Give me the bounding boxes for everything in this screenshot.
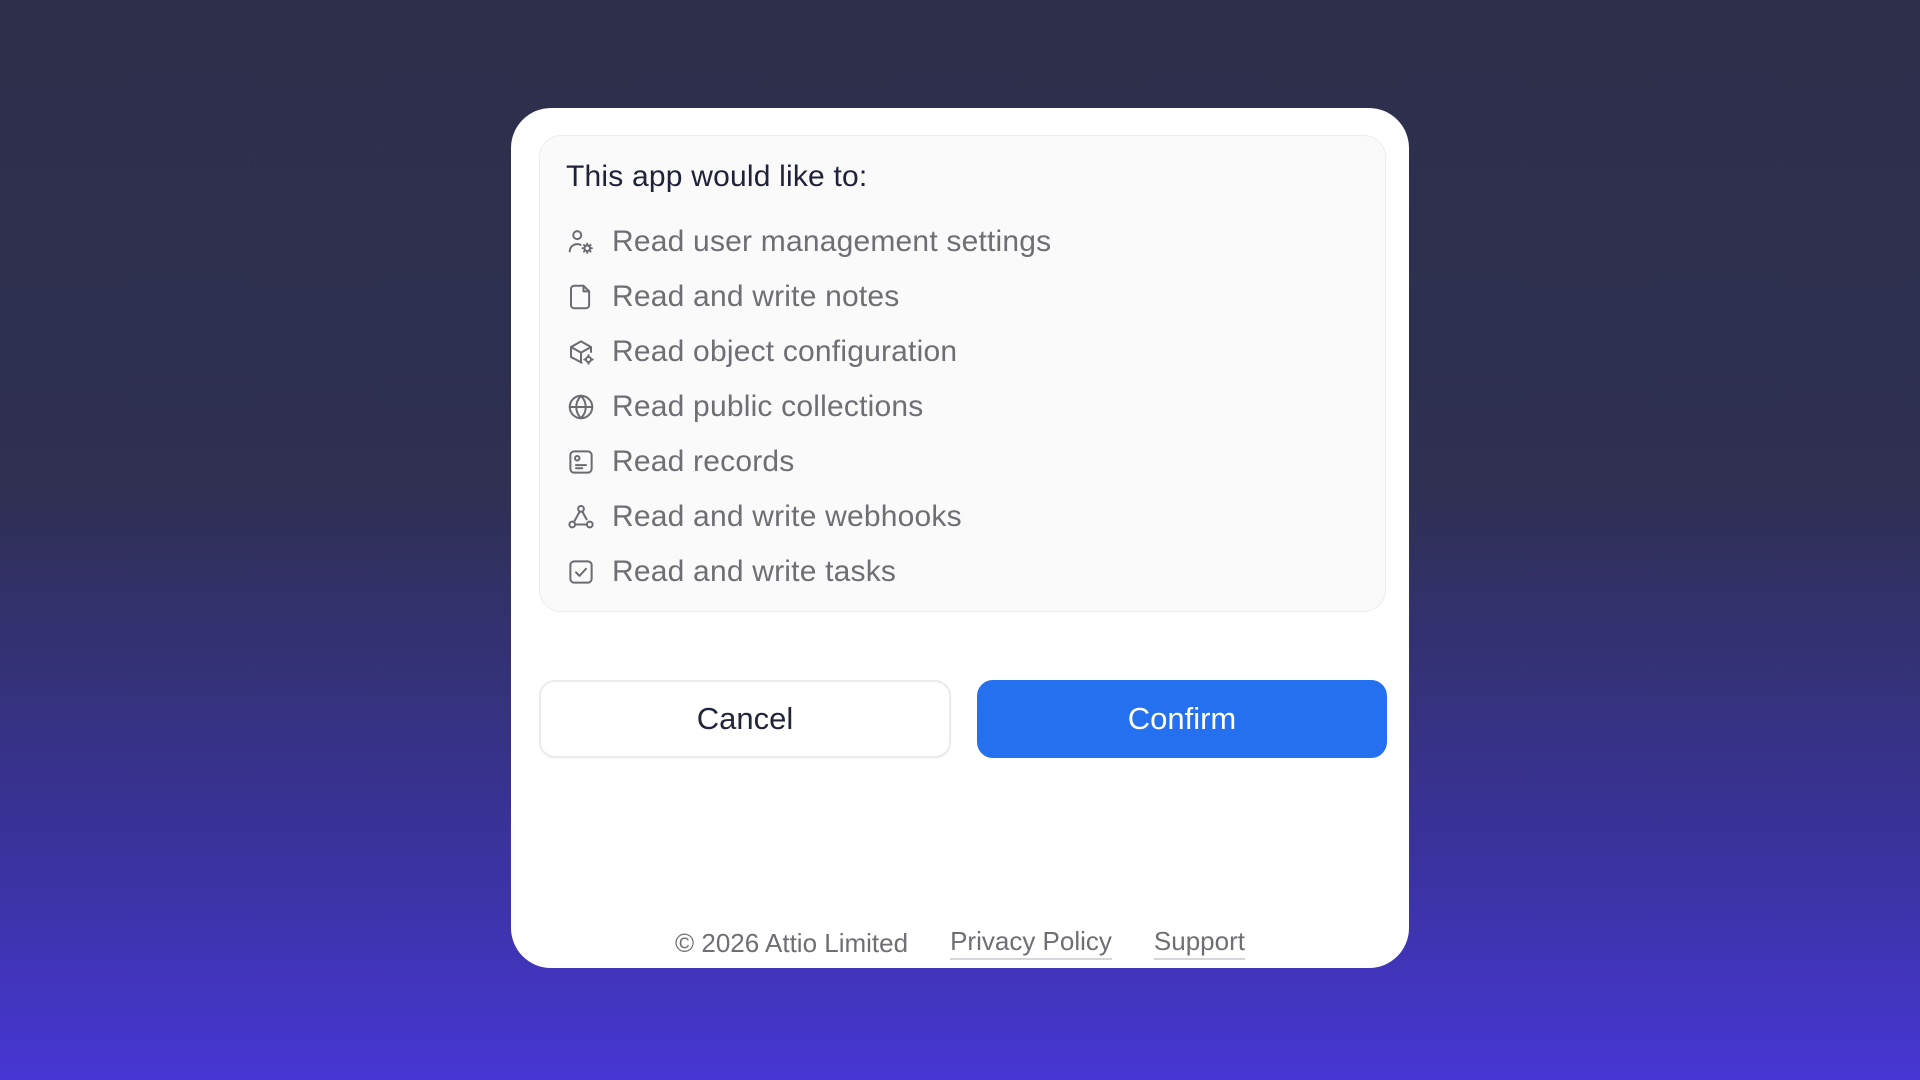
user-settings-icon [566, 227, 596, 257]
permission-label: Read records [612, 444, 795, 478]
permission-item-user-management: Read user management settings [566, 214, 1051, 269]
permission-label: Read and write notes [612, 279, 900, 313]
privacy-policy-link[interactable]: Privacy Policy [950, 926, 1112, 960]
record-icon [566, 447, 596, 477]
permission-item-object-config: Read object configuration [566, 324, 1051, 379]
permission-label: Read and write tasks [612, 554, 897, 588]
permission-item-webhooks: Read and write webhooks [566, 489, 1051, 544]
cancel-button[interactable]: Cancel [539, 680, 951, 758]
permissions-panel: This app would like to: Read user manage… [539, 135, 1386, 612]
permission-item-public-collections: Read public collections [566, 379, 1051, 434]
confirm-button[interactable]: Confirm [977, 680, 1387, 758]
permission-item-notes: Read and write notes [566, 269, 1051, 324]
globe-icon [566, 392, 596, 422]
support-link[interactable]: Support [1153, 926, 1245, 960]
permission-label: Read user management settings [612, 224, 1052, 258]
permission-item-records: Read records [566, 434, 1051, 489]
footer: © 2026 Attio Limited Privacy Policy Supp… [511, 926, 1409, 960]
permissions-list: Read user management settings Read and w… [566, 214, 1051, 599]
permission-label: Read object configuration [612, 334, 958, 368]
consent-card: This app would like to: Read user manage… [511, 108, 1409, 968]
permission-label: Read public collections [612, 389, 924, 423]
note-icon [566, 282, 596, 312]
permission-label: Read and write webhooks [612, 499, 962, 533]
permissions-title: This app would like to: [566, 160, 868, 193]
copyright-text: © 2026 Attio Limited [675, 927, 909, 958]
permission-item-tasks: Read and write tasks [566, 544, 1051, 599]
task-checkbox-icon [566, 557, 596, 587]
webhook-icon [566, 502, 596, 532]
object-config-icon [566, 337, 596, 367]
